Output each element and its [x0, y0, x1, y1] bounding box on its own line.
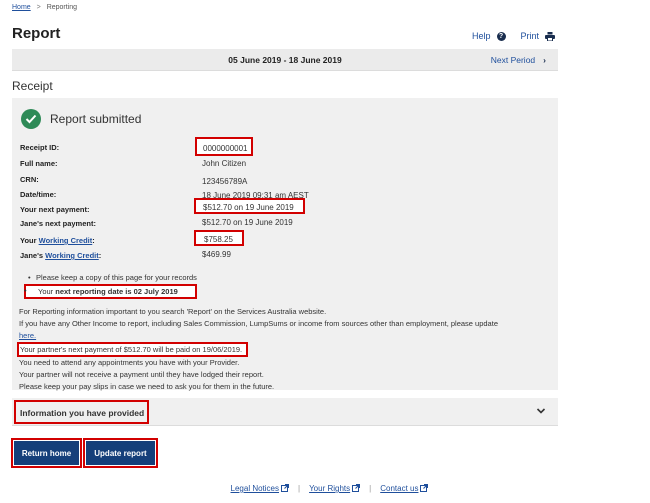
receipt-id-value: 0000000001 [195, 137, 253, 156]
your-working-credit-label: Your Working Credit: [20, 236, 95, 245]
footer-separator: | [369, 484, 372, 493]
breadcrumb-separator: > [36, 4, 41, 11]
top-actions: Help ? Print [472, 31, 556, 41]
next-period-link[interactable]: Next Period › [491, 55, 546, 65]
note-other-income: If you have any Other Income to report, … [19, 319, 498, 328]
legal-notices-label: Legal Notices [230, 484, 279, 493]
janes-working-credit-value: $469.99 [202, 250, 231, 259]
janes-next-payment-value: $512.70 on 19 June 2019 [202, 218, 293, 227]
update-here-link[interactable]: here. [19, 331, 36, 340]
your-rights-label: Your Rights [309, 484, 351, 493]
print-label: Print [520, 31, 540, 41]
your-working-credit-suffix: : [92, 236, 95, 245]
contact-us-link[interactable]: Contact us [380, 484, 429, 493]
receipt-notes: For Reporting information important to y… [17, 306, 549, 393]
help-label: Help [472, 31, 491, 41]
your-working-credit-link[interactable]: Working Credit [39, 236, 93, 245]
section-title: Receipt [12, 79, 53, 93]
janes-working-credit-link[interactable]: Working Credit [45, 251, 99, 260]
your-next-payment-value: $512.70 on 19 June 2019 [194, 198, 305, 214]
bullet-reporting-bold: next reporting date is 02 July 2019 [55, 287, 178, 296]
breadcrumb: Home > Reporting [12, 4, 77, 11]
success-row: Report submitted [21, 109, 141, 129]
chevron-right-icon: › [543, 55, 546, 65]
receipt-id-label: Receipt ID: [20, 143, 60, 152]
footer: Legal Notices | Your Rights | Contact us [0, 484, 650, 493]
page-title: Report [12, 25, 61, 42]
legal-notices-link[interactable]: Legal Notices [231, 484, 289, 493]
janes-working-credit-suffix: : [98, 251, 102, 260]
check-circle-icon [21, 109, 41, 129]
period-bar: 05 June 2019 - 18 June 2019 Next Period › [12, 49, 558, 71]
note-partner-lodge: Your partner will not receive a payment … [19, 370, 264, 379]
external-link-icon [420, 484, 429, 492]
receipt-panel: Report submitted Receipt ID: 0000000001 … [12, 98, 558, 393]
print-button[interactable]: Print [521, 31, 556, 41]
external-link-icon [352, 484, 361, 492]
bullet-next-reporting-date: Your next reporting date is 02 July 2019 [24, 284, 197, 299]
your-rights-link[interactable]: Your Rights [309, 484, 361, 493]
next-period-label: Next Period [490, 55, 536, 65]
note-appointments: You need to attend any appointments you … [19, 358, 240, 367]
update-report-button[interactable]: Update report [83, 438, 158, 468]
janes-working-credit-prefix: Jane's [20, 251, 46, 260]
janes-working-credit-label: Jane's Working Credit: [20, 251, 101, 260]
receipt-bullets: Please keep a copy of this page for your… [24, 273, 197, 301]
note-reporting-info: For Reporting information important to y… [19, 307, 327, 316]
return-home-button[interactable]: Return home [11, 438, 82, 468]
breadcrumb-current: Reporting [46, 4, 78, 11]
help-icon: ? [496, 31, 506, 41]
info-provided-accordion[interactable]: Information you have provided [12, 398, 558, 426]
external-link-icon [281, 484, 289, 492]
accordion-title: Information you have provided [20, 408, 145, 418]
note-partner-payment: Your partner's next payment of $512.70 w… [17, 342, 249, 357]
breadcrumb-home-link[interactable]: Home [12, 4, 31, 11]
full-name-value: John Citizen [202, 159, 247, 168]
help-button[interactable]: Help ? [472, 31, 506, 41]
status-message: Report submitted [50, 112, 142, 126]
your-working-credit-prefix: Your [20, 236, 39, 245]
period-dates: 05 June 2019 - 18 June 2019 [228, 55, 342, 65]
bullet-keep-copy: Please keep a copy of this page for your… [28, 273, 197, 282]
your-next-payment-label: Your next payment: [20, 205, 90, 214]
full-name-label: Full name: [20, 159, 58, 168]
your-working-credit-value: $758.25 [194, 230, 244, 246]
chevron-down-icon [536, 408, 546, 414]
contact-us-label: Contact us [380, 484, 419, 493]
bullet-reporting-prefix: Your [38, 287, 56, 296]
print-icon [545, 31, 556, 41]
note-payslips: Please keep your pay slips in case we ne… [19, 382, 275, 391]
crn-label: CRN: [20, 175, 39, 184]
crn-value: 123456789A [202, 177, 248, 186]
footer-separator: | [298, 484, 301, 493]
date-time-label: Date/time: [20, 190, 57, 199]
janes-next-payment-label: Jane's next payment: [20, 219, 96, 228]
